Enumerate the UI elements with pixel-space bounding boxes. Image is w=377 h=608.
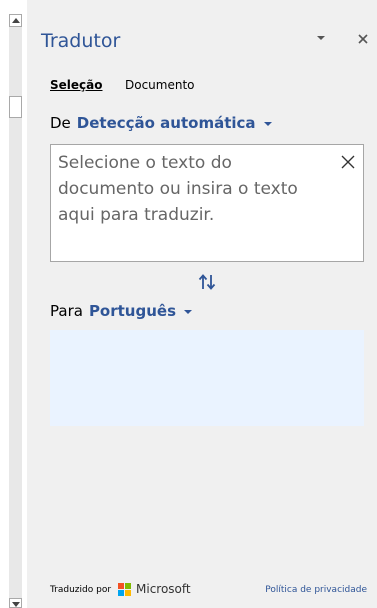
clear-icon xyxy=(341,155,355,169)
scroll-up-button[interactable] xyxy=(9,14,22,27)
privacy-policy-link[interactable]: Política de privacidade xyxy=(265,585,367,595)
chevron-down-icon xyxy=(317,36,325,40)
pane-footer: Traduzido por Microsoft Política de priv… xyxy=(50,582,367,599)
source-text-input[interactable]: Selecione o texto do documento ou insira… xyxy=(50,144,364,262)
source-placeholder: Selecione o texto do documento ou insira… xyxy=(58,153,298,225)
swap-languages-button[interactable] xyxy=(197,272,217,292)
translator-pane: Tradutor Seleção Documento De Detecção au… xyxy=(27,0,377,608)
document-scrollbar[interactable] xyxy=(0,0,27,608)
tab-document[interactable]: Documento xyxy=(125,78,195,92)
tab-selection[interactable]: Seleção xyxy=(50,78,103,92)
target-language-row: Para Português xyxy=(50,302,193,320)
source-language-label: De xyxy=(50,114,71,132)
close-icon xyxy=(358,34,368,44)
caret-up-icon xyxy=(12,18,20,23)
pane-title: Tradutor xyxy=(41,30,121,52)
caret-down-icon xyxy=(12,602,20,607)
microsoft-logo-icon xyxy=(118,583,131,596)
scrollbar-thumb[interactable] xyxy=(9,96,22,118)
target-language-value: Português xyxy=(88,302,177,320)
clear-text-button[interactable] xyxy=(341,154,355,169)
source-language-dropdown[interactable]: Detecção automática xyxy=(77,114,272,132)
translation-output xyxy=(50,330,364,426)
pane-options-button[interactable] xyxy=(314,30,328,44)
chevron-down-icon xyxy=(263,121,272,126)
source-language-row: De Detecção automática xyxy=(50,114,272,132)
scroll-down-button[interactable] xyxy=(9,598,22,608)
translated-by-label: Traduzido por xyxy=(50,585,112,595)
swap-icon xyxy=(198,274,216,290)
pane-close-button[interactable] xyxy=(356,31,370,45)
translator-window: Tradutor Seleção Documento De Detecção au… xyxy=(0,0,377,608)
microsoft-brand: Microsoft xyxy=(136,582,191,596)
target-language-dropdown[interactable]: Português xyxy=(88,302,193,320)
chevron-down-icon xyxy=(184,309,193,314)
target-language-label: Para xyxy=(50,302,83,320)
source-language-value: Detecção automática xyxy=(76,114,256,132)
